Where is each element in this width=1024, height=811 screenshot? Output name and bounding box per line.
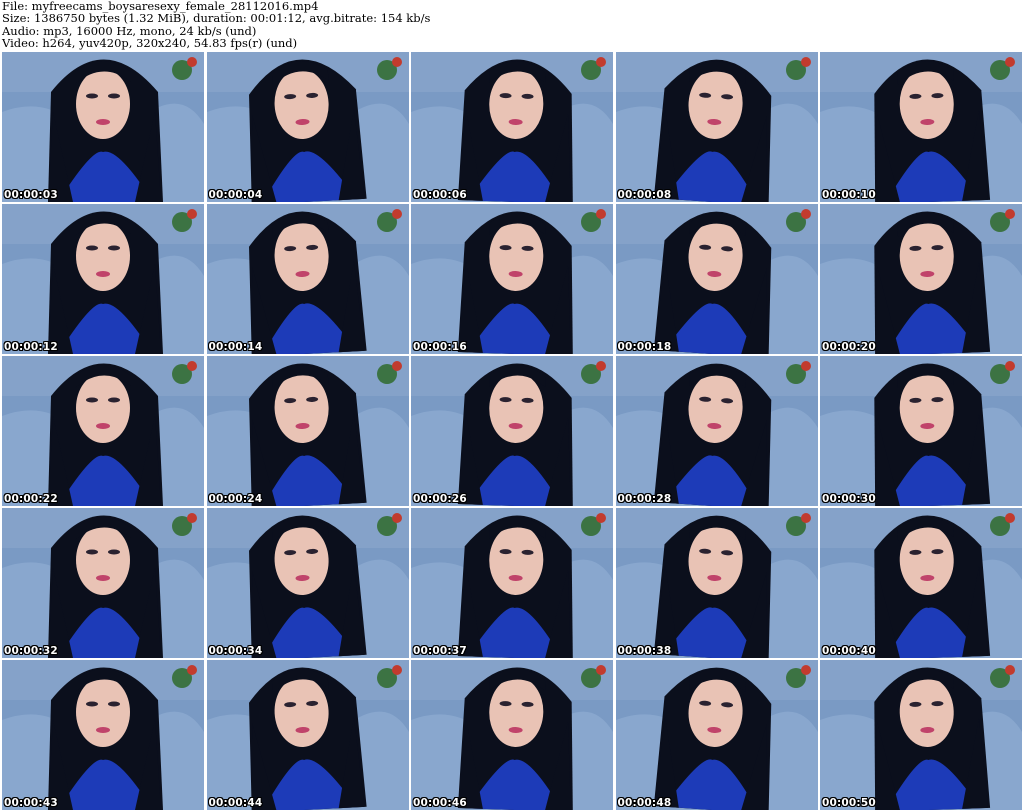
video-thumbnail: 00:00:03 — [2, 52, 204, 202]
thumbnail-frame-image — [2, 52, 204, 202]
thumbnail-grid: 00:00:03 00:00:04 00:00:06 00:00:08 00:00:10… — [2, 52, 1022, 810]
video-info-line: Video: h264, yuv420p, 320x240, 54.83 fps… — [2, 36, 298, 51]
thumbnail-timestamp: 00:00:40 — [822, 645, 876, 657]
thumbnail-timestamp: 00:00:44 — [208, 797, 263, 809]
video-thumbnail: 00:00:06 — [411, 52, 613, 202]
thumbnail-frame-image — [411, 204, 613, 354]
video-thumbnail: 00:00:43 — [2, 660, 204, 810]
video-thumbnail: 00:00:46 — [411, 660, 613, 810]
thumbnail-frame-image — [615, 660, 818, 810]
file-info-header: File: myfreecams_boysaresexy_female_2811… — [2, 0, 1022, 50]
thumbnail-timestamp: 00:00:22 — [4, 493, 58, 505]
thumbnail-timestamp: 00:00:34 — [208, 645, 263, 657]
video-thumbnail: 00:00:10 — [820, 52, 1022, 202]
thumbnail-frame-image — [206, 660, 409, 810]
thumbnail-timestamp: 00:00:08 — [617, 189, 672, 201]
video-thumbnail: 00:00:24 — [206, 356, 409, 506]
thumbnail-frame-image — [206, 52, 409, 202]
thumbnail-timestamp: 00:00:37 — [413, 645, 467, 657]
video-thumbnail: 00:00:12 — [2, 204, 204, 354]
video-thumbnail: 00:00:08 — [615, 52, 818, 202]
file-size-line: Size: 1386750 bytes (1.32 MiB), duration… — [2, 11, 431, 26]
video-thumbnail: 00:00:40 — [820, 508, 1022, 658]
thumbnail-frame-image — [411, 508, 613, 658]
thumbnail-frame-image — [615, 508, 818, 658]
thumbnail-timestamp: 00:00:20 — [822, 341, 876, 353]
thumbnail-frame-image — [411, 356, 613, 506]
thumbnail-frame-image — [820, 660, 1022, 810]
video-thumbnail: 00:00:50 — [820, 660, 1022, 810]
thumbnail-timestamp: 00:00:24 — [208, 493, 263, 505]
video-thumbnail: 00:00:18 — [615, 204, 818, 354]
video-thumbnail: 00:00:32 — [2, 508, 204, 658]
thumbnail-frame-image — [411, 660, 613, 810]
thumbnail-frame-image — [615, 52, 818, 202]
thumbnail-frame-image — [2, 508, 204, 658]
thumbnail-frame-image — [820, 356, 1022, 506]
thumbnail-frame-image — [2, 660, 204, 810]
video-thumbnail: 00:00:44 — [206, 660, 409, 810]
thumbnail-timestamp: 00:00:32 — [4, 645, 58, 657]
thumbnail-frame-image — [820, 52, 1022, 202]
video-thumbnail: 00:00:16 — [411, 204, 613, 354]
thumbnail-timestamp: 00:00:18 — [617, 341, 672, 353]
thumbnail-timestamp: 00:00:38 — [617, 645, 672, 657]
thumbnail-timestamp: 00:00:46 — [413, 797, 467, 809]
video-thumbnail: 00:00:14 — [206, 204, 409, 354]
video-thumbnail: 00:00:48 — [615, 660, 818, 810]
thumbnail-frame-image — [820, 508, 1022, 658]
video-thumbnail: 00:00:20 — [820, 204, 1022, 354]
thumbnail-timestamp: 00:00:03 — [4, 189, 58, 201]
thumbnail-frame-image — [2, 204, 204, 354]
thumbnail-timestamp: 00:00:48 — [617, 797, 672, 809]
video-thumbnail: 00:00:38 — [615, 508, 818, 658]
thumbnail-timestamp: 00:00:50 — [822, 797, 876, 809]
thumbnail-timestamp: 00:00:14 — [208, 341, 263, 353]
video-thumbnail: 00:00:30 — [820, 356, 1022, 506]
thumbnail-timestamp: 00:00:28 — [617, 493, 672, 505]
thumbnail-timestamp: 00:00:30 — [822, 493, 876, 505]
thumbnail-timestamp: 00:00:26 — [413, 493, 467, 505]
video-thumbnail: 00:00:04 — [206, 52, 409, 202]
thumbnail-frame-image — [206, 508, 409, 658]
thumbnail-timestamp: 00:00:04 — [208, 189, 263, 201]
thumbnail-timestamp: 00:00:16 — [413, 341, 467, 353]
video-thumbnail: 00:00:22 — [2, 356, 204, 506]
thumbnail-frame-image — [206, 356, 409, 506]
thumbnail-frame-image — [2, 356, 204, 506]
thumbnail-frame-image — [411, 52, 613, 202]
thumbnail-timestamp: 00:00:43 — [4, 797, 58, 809]
video-thumbnail: 00:00:37 — [411, 508, 613, 658]
thumbnail-timestamp: 00:00:12 — [4, 341, 58, 353]
video-thumbnail: 00:00:26 — [411, 356, 613, 506]
thumbnail-frame-image — [615, 356, 818, 506]
thumbnail-frame-image — [820, 204, 1022, 354]
video-thumbnail: 00:00:34 — [206, 508, 409, 658]
thumbnail-timestamp: 00:00:10 — [822, 189, 876, 201]
thumbnail-frame-image — [206, 204, 409, 354]
video-thumbnail: 00:00:28 — [615, 356, 818, 506]
thumbnail-timestamp: 00:00:06 — [413, 189, 467, 201]
thumbnail-frame-image — [615, 204, 818, 354]
